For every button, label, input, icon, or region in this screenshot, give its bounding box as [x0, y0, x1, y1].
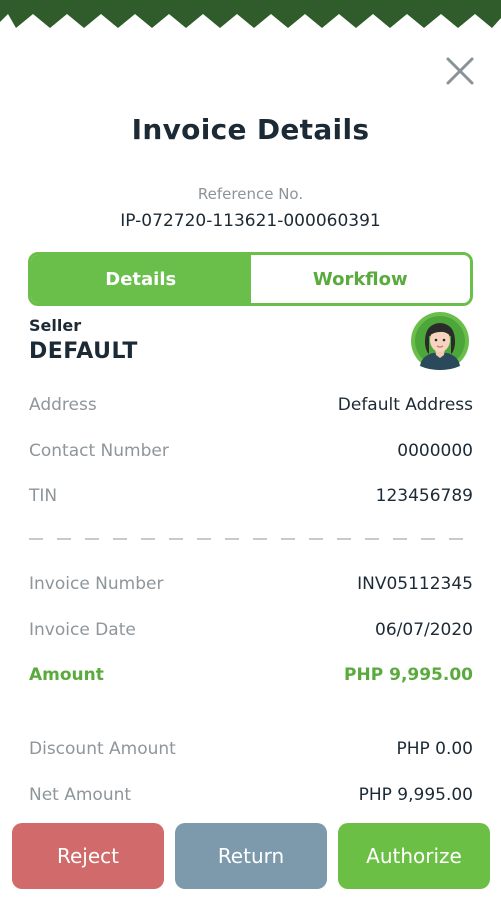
- invoice-date-label: Invoice Date: [29, 620, 136, 640]
- amount-row: Amount PHP 9,995.00: [29, 665, 473, 691]
- authorize-button[interactable]: Authorize: [338, 823, 490, 889]
- dashed-divider: [29, 538, 473, 540]
- net-amount-value: PHP 9,995.00: [358, 785, 473, 805]
- reference-label: Reference No.: [197, 185, 304, 203]
- tab-workflow[interactable]: Workflow: [250, 255, 470, 303]
- discount-amount-label: Discount Amount: [29, 739, 176, 759]
- seller-name: DEFAULT: [29, 339, 138, 364]
- reference-number: IP-072720-113621-000060391: [120, 211, 381, 231]
- invoice-date-value: 06/07/2020: [375, 620, 473, 640]
- reject-button[interactable]: Reject: [12, 823, 164, 889]
- address-label: Address: [29, 395, 97, 415]
- invoice-number-row: Invoice Number INV05112345: [29, 574, 473, 600]
- female-avatar-icon: [411, 312, 469, 370]
- net-amount-row: Net Amount PHP 9,995.00: [29, 785, 473, 811]
- address-row: Address Default Address: [29, 395, 473, 421]
- tin-value: 123456789: [375, 486, 473, 506]
- net-amount-label: Net Amount: [29, 785, 132, 805]
- tin-label: TIN: [29, 486, 58, 506]
- invoice-number-value: INV05112345: [357, 574, 473, 594]
- seller-label: Seller: [29, 316, 82, 335]
- tab-bar: Details Workflow: [28, 252, 473, 306]
- discount-amount-row: Discount Amount PHP 0.00: [29, 739, 473, 765]
- invoice-date-row: Invoice Date 06/07/2020: [29, 620, 473, 646]
- return-button[interactable]: Return: [175, 823, 327, 889]
- discount-amount-value: PHP 0.00: [396, 739, 473, 759]
- contact-number-label: Contact Number: [29, 441, 169, 461]
- close-icon[interactable]: [444, 55, 476, 87]
- amount-label: Amount: [29, 665, 104, 685]
- tin-row: TIN 123456789: [29, 486, 473, 512]
- invoice-number-label: Invoice Number: [29, 574, 164, 594]
- page-title: Invoice Details: [131, 113, 370, 146]
- tab-details[interactable]: Details: [31, 255, 251, 303]
- address-value: Default Address: [337, 395, 473, 415]
- zigzag-header-decoration: [0, 0, 501, 28]
- contact-number-value: 0000000: [397, 441, 473, 461]
- amount-value: PHP 9,995.00: [344, 665, 473, 685]
- contact-number-row: Contact Number 0000000: [29, 441, 473, 467]
